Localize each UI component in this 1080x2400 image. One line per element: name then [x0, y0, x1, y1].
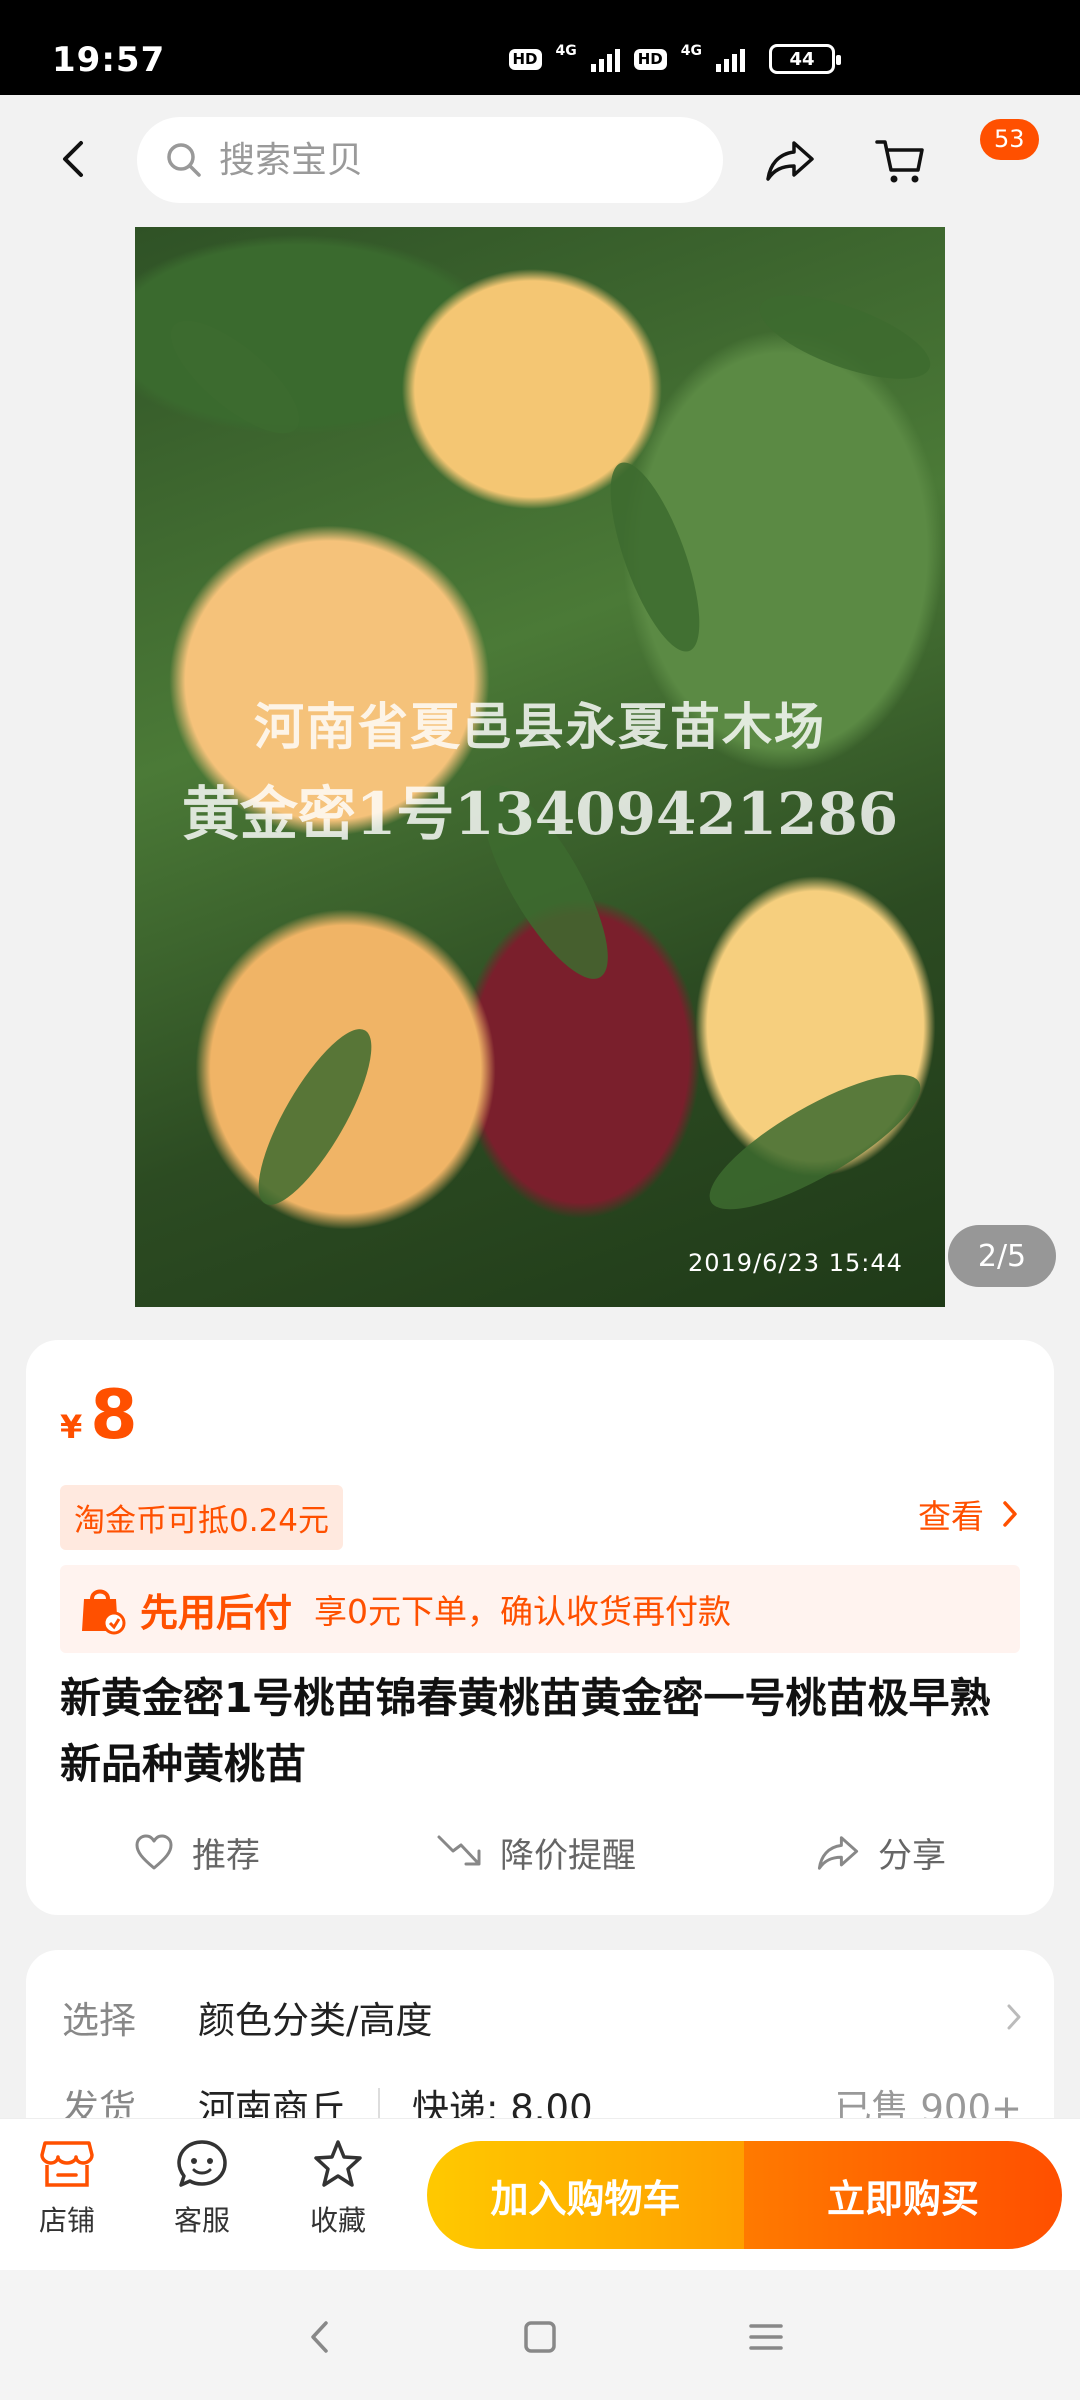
- signal-icon: [590, 46, 620, 72]
- network-type: 4G: [555, 43, 577, 59]
- product-actions: 推荐 降价提醒 分享: [26, 1828, 1054, 1898]
- home-square-icon: [524, 2321, 556, 2353]
- shop-label: 店铺: [38, 2204, 95, 2237]
- chat-face-icon: [177, 2140, 227, 2187]
- price-value: 8: [90, 1376, 138, 1455]
- photo-watermark: 河南省夏邑县永夏苗木场: [254, 697, 826, 756]
- customer-service-button[interactable]: 客服: [157, 2139, 247, 2239]
- battery-level: 44: [789, 48, 815, 70]
- signal-icon: [716, 46, 745, 72]
- share-button[interactable]: [760, 131, 820, 191]
- menu-icon: [749, 2324, 783, 2350]
- view-link[interactable]: 查看: [918, 1490, 1018, 1538]
- store-icon: [40, 2141, 94, 2187]
- add-to-cart-button[interactable]: 加入购物车: [427, 2141, 744, 2249]
- share-icon: [817, 1835, 859, 1870]
- leaf-shape: [154, 302, 316, 452]
- leaf-shape: [592, 452, 718, 662]
- heart-icon: [135, 1834, 173, 1869]
- service-label: 客服: [173, 2204, 230, 2237]
- price-alert-button[interactable]: 降价提醒: [436, 1828, 636, 1877]
- shopping-bag-icon: [82, 1589, 126, 1635]
- price-alert-label: 降价提醒: [500, 1836, 636, 1876]
- network-type: 4G: [680, 43, 702, 59]
- product-title: 新黄金密1号桃苗锦春黄桃苗黄金密一号桃苗极早熟新品种黄桃苗: [60, 1674, 991, 1788]
- status-bar: 19:57 HD 4G HD 4G 44: [0, 0, 1080, 95]
- top-nav: 53: [0, 95, 1080, 225]
- search-input[interactable]: [219, 139, 659, 181]
- select-value: 颜色分类/高度: [198, 1999, 433, 2042]
- shop-button[interactable]: 店铺: [22, 2139, 112, 2239]
- cart-icon: [875, 140, 924, 183]
- back-button[interactable]: [50, 135, 98, 183]
- buy-now-button[interactable]: 立即购买: [744, 2141, 1062, 2249]
- system-back-button[interactable]: [298, 2315, 342, 2359]
- star-icon: [314, 2140, 362, 2187]
- system-menu-button[interactable]: [744, 2315, 788, 2359]
- chevron-right-icon: [1003, 1501, 1017, 1527]
- battery-icon: 44: [769, 44, 841, 74]
- cart-badge: 53: [980, 119, 1039, 160]
- bottom-action-bar: 店铺 客服 收藏 加入购物车 立即购买: [0, 2118, 1080, 2270]
- system-home-button[interactable]: [518, 2315, 562, 2359]
- status-icons: HD 4G HD 4G 44: [508, 43, 841, 74]
- leaf-shape: [750, 278, 940, 396]
- view-link-label: 查看: [918, 1497, 984, 1536]
- pay-later-desc: 享0元下单，确认收货再付款: [314, 1592, 732, 1631]
- search-bar[interactable]: [137, 117, 723, 203]
- search-icon: [167, 143, 201, 177]
- system-nav-bar: [0, 2270, 1080, 2400]
- pay-later-title: 先用后付: [140, 1590, 293, 1635]
- currency-symbol: ¥: [60, 1408, 83, 1446]
- photo-watermark: 黄金密1号13409421286: [181, 780, 899, 848]
- share-product-button[interactable]: 分享: [816, 1828, 946, 1877]
- trend-down-icon: [437, 1835, 481, 1865]
- back-icon: [311, 2321, 328, 2353]
- hd-icon: HD: [633, 48, 667, 70]
- chevron-right-icon: [1007, 2004, 1021, 2030]
- hd-icon: HD: [508, 48, 542, 70]
- divider: [378, 2088, 380, 2122]
- back-icon: [63, 141, 83, 177]
- status-time: 19:57: [52, 40, 166, 80]
- recommend-button[interactable]: 推荐: [134, 1828, 260, 1877]
- coin-discount-tag: 淘金币可抵0.24元: [60, 1485, 344, 1550]
- cart-button[interactable]: [870, 131, 930, 191]
- product-gallery[interactable]: 河南省夏邑县永夏苗木场 黄金密1号13409421286 2019/6/23 1…: [0, 225, 1080, 1307]
- photo-date: 2019/6/23 15:44: [688, 1249, 903, 1277]
- share-label: 分享: [878, 1836, 946, 1876]
- select-label: 选择: [62, 1999, 136, 2042]
- share-icon: [766, 141, 814, 181]
- leaf-shape: [693, 1051, 937, 1233]
- product-photo[interactable]: 河南省夏邑县永夏苗木场 黄金密1号13409421286 2019/6/23 1…: [135, 227, 945, 1307]
- select-option-row[interactable]: 选择 颜色分类/高度: [62, 1990, 1022, 2044]
- favorite-label: 收藏: [309, 2204, 366, 2237]
- recommend-label: 推荐: [192, 1836, 260, 1876]
- price: ¥ 8: [60, 1376, 138, 1455]
- leaf-shape: [239, 1015, 391, 1219]
- favorite-button[interactable]: 收藏: [293, 2139, 383, 2239]
- product-info-card: ¥ 8 淘金币可抵0.24元 查看 先用后付 享0元下单，确认收货再付款 新黄金…: [26, 1340, 1054, 1915]
- image-counter: 2/5: [948, 1225, 1056, 1287]
- pay-later-banner[interactable]: 先用后付 享0元下单，确认收货再付款: [60, 1565, 1020, 1653]
